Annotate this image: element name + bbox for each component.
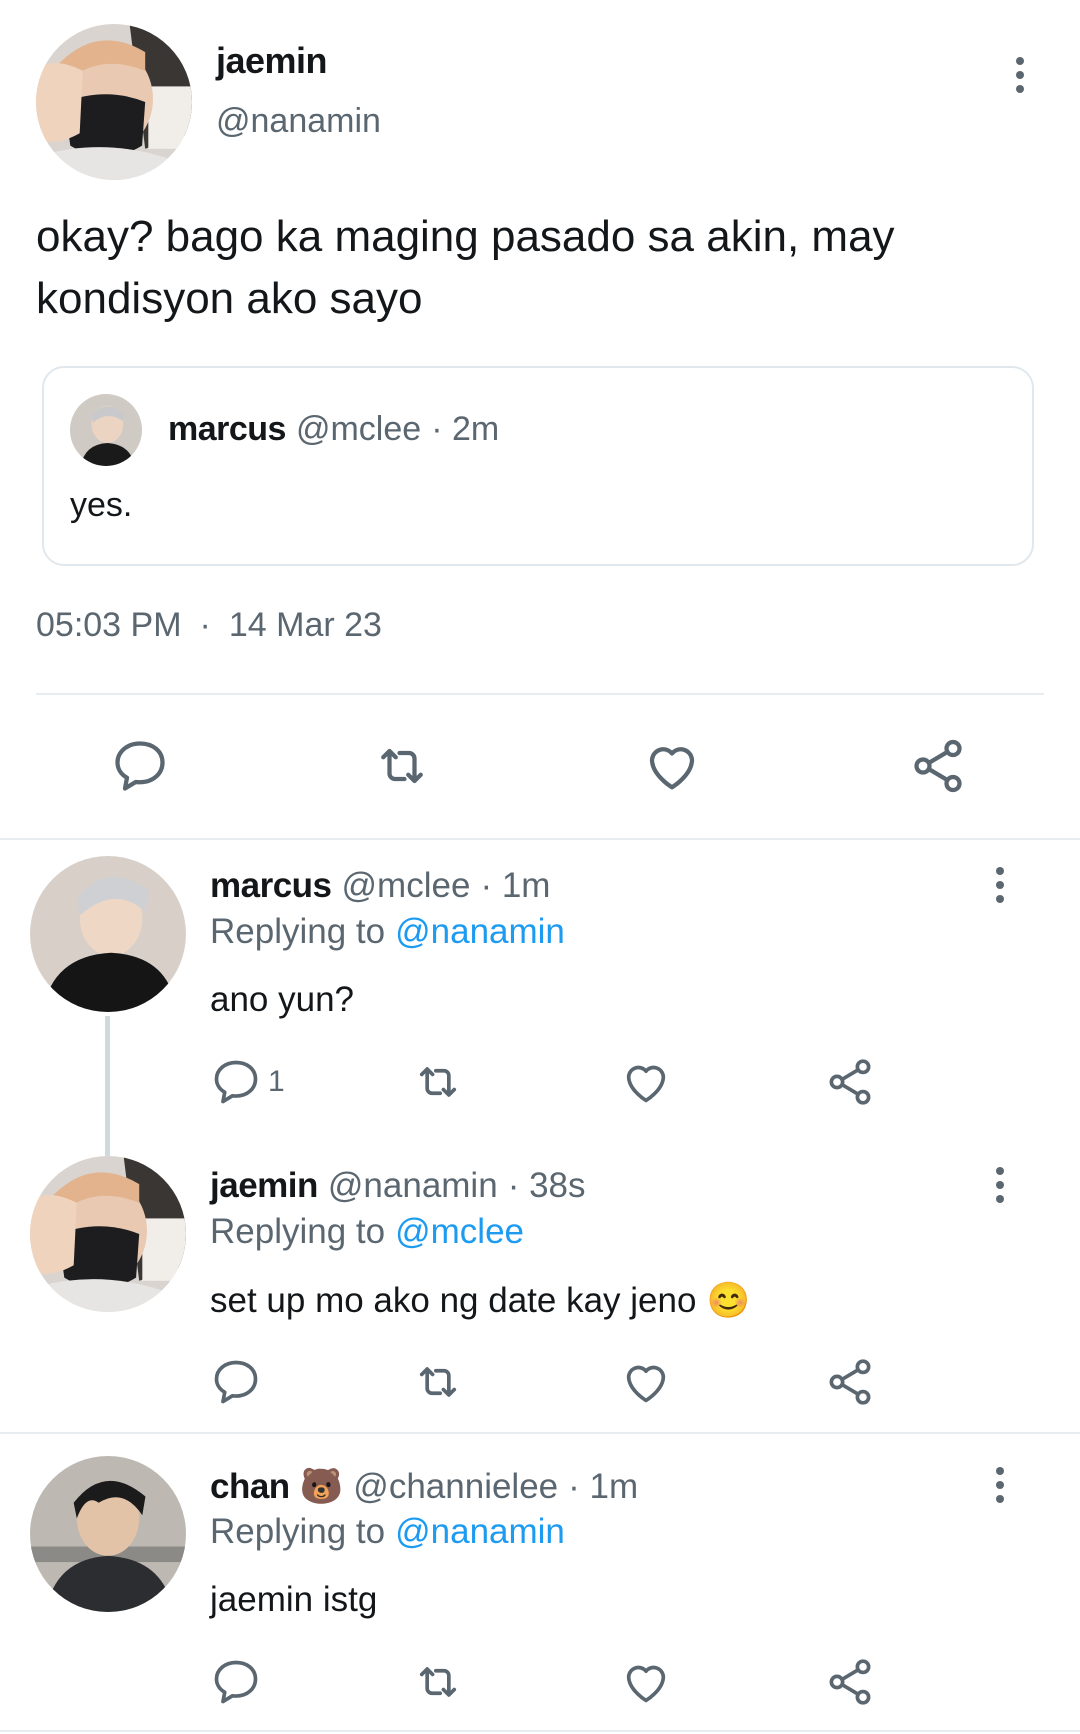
like-button[interactable] [620, 1656, 672, 1708]
retweet-icon [412, 1356, 464, 1408]
more-options-button[interactable] [980, 860, 1020, 910]
reply-time: · 38s [507, 1166, 586, 1205]
share-icon [824, 1056, 876, 1108]
reply-text: set up mo ako ng date kay jeno 😊 [210, 1281, 751, 1320]
tweet-text: okay? bago ka maging pasado sa akin, may… [36, 212, 895, 323]
retweet-icon [412, 1056, 464, 1108]
author-handle[interactable]: @nanamin [216, 102, 381, 141]
reply-button[interactable] [210, 1356, 262, 1408]
reply-author-name[interactable]: marcus [210, 866, 332, 906]
smiling-emoji: 😊 [706, 1281, 751, 1320]
avatar-jaemin[interactable] [36, 24, 192, 180]
divider [36, 693, 1044, 695]
reply-author-name[interactable]: jaemin [210, 1166, 318, 1206]
reply-button[interactable] [210, 1656, 262, 1708]
tweet-date: 14 Mar 23 [228, 606, 382, 644]
reply-icon [110, 736, 170, 796]
reply-icon [210, 1656, 262, 1708]
reply-time: · 1m [568, 1467, 639, 1506]
retweet-button[interactable] [412, 1656, 464, 1708]
reply-author-handle[interactable]: @mclee [342, 866, 471, 906]
reply-author-name[interactable]: chan [210, 1467, 290, 1507]
reply-count: 1 [268, 1065, 285, 1098]
replying-to-link[interactable]: @mclee [395, 1212, 524, 1252]
retweet-icon [412, 1656, 464, 1708]
like-icon [620, 1056, 672, 1108]
like-button[interactable] [620, 1356, 672, 1408]
replying-to: Replying to @nanamin [210, 1512, 565, 1552]
timestamp-separator: · [199, 606, 211, 644]
reply-author-handle[interactable]: @channielee [353, 1467, 558, 1507]
more-vertical-icon [996, 1467, 1004, 1475]
replying-to-link[interactable]: @nanamin [395, 912, 565, 952]
retweet-button[interactable] [412, 1056, 464, 1108]
retweet-button[interactable] [372, 736, 432, 796]
more-options-button[interactable] [980, 1460, 1020, 1510]
section-divider [0, 838, 1080, 840]
reply-text: jaemin istg [210, 1580, 378, 1619]
avatar-marcus[interactable] [30, 856, 186, 1012]
reply-button[interactable]: 1 [210, 1056, 285, 1108]
avatar-chan[interactable] [30, 1456, 186, 1612]
bear-emoji: 🐻 [299, 1467, 344, 1506]
like-icon [620, 1656, 672, 1708]
replying-to-link[interactable]: @nanamin [395, 1512, 565, 1552]
like-button[interactable] [642, 736, 702, 796]
more-vertical-icon [1016, 57, 1024, 65]
share-button[interactable] [908, 736, 968, 796]
more-options-button[interactable] [1000, 50, 1040, 100]
reply-icon [210, 1056, 262, 1108]
retweet-button[interactable] [412, 1356, 464, 1408]
section-divider [0, 1730, 1080, 1732]
share-icon [908, 736, 968, 796]
like-button[interactable] [620, 1056, 672, 1108]
reply-text: ano yun? [210, 980, 355, 1019]
replying-to: Replying to @mclee [210, 1212, 525, 1252]
share-button[interactable] [824, 1656, 876, 1708]
more-options-button[interactable] [980, 1160, 1020, 1210]
quoted-author-handle[interactable]: @mclee [296, 410, 421, 449]
reply-author-handle[interactable]: @nanamin [328, 1166, 498, 1206]
reply-button[interactable] [110, 736, 170, 796]
replying-to: Replying to @nanamin [210, 912, 565, 952]
quoted-text: yes. [70, 486, 133, 524]
like-icon [642, 736, 702, 796]
more-vertical-icon [996, 1167, 1004, 1175]
reply-time: · 1m [480, 866, 551, 905]
quoted-time: · 2m [431, 410, 500, 448]
share-button[interactable] [824, 1356, 876, 1408]
avatar-marcus-small [70, 394, 142, 466]
more-vertical-icon [996, 867, 1004, 875]
tweet-timestamp: 05:03 PM · 14 Mar 23 [36, 606, 382, 645]
reply-icon [210, 1356, 262, 1408]
author-name[interactable]: jaemin [216, 40, 328, 82]
tweet-time: 05:03 PM [36, 606, 182, 644]
share-icon [824, 1356, 876, 1408]
avatar-jaemin[interactable] [30, 1156, 186, 1312]
thread-line [105, 1016, 110, 1156]
share-icon [824, 1656, 876, 1708]
share-button[interactable] [824, 1056, 876, 1108]
section-divider [0, 1432, 1080, 1434]
quoted-author-name[interactable]: marcus [168, 410, 286, 449]
like-icon [620, 1356, 672, 1408]
quoted-tweet[interactable]: marcus @mclee · 2m yes. [42, 366, 1034, 566]
retweet-icon [372, 736, 432, 796]
